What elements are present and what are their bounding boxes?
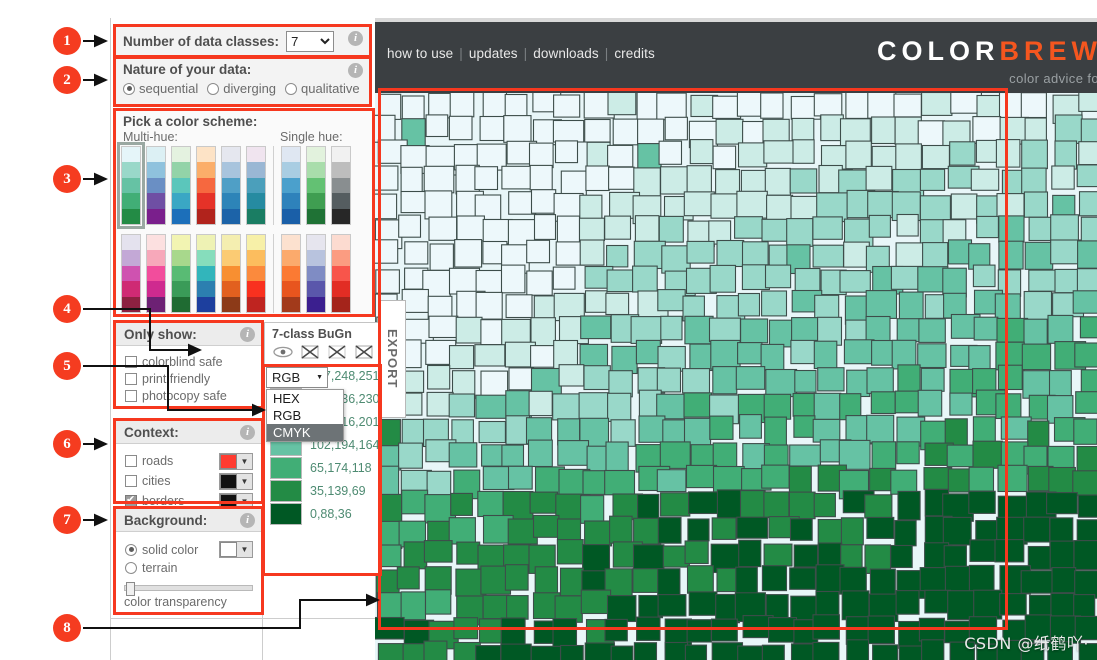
callout-badge-3: 3 [53,165,81,193]
callout-leader-lines [0,0,1097,660]
callout-badge-1: 1 [53,27,81,55]
page-root: how to use | updates | downloads | credits COL… [0,0,1097,660]
callout-badge-7: 7 [53,506,81,534]
callout-badge-4: 4 [53,295,81,323]
callout-badge-2: 2 [53,66,81,94]
watermark: CSDN @纸鹤吖· [964,634,1089,653]
callout-badge-6: 6 [53,430,81,458]
callout-badge-5: 5 [53,352,81,380]
callout-badge-8: 8 [53,614,81,642]
